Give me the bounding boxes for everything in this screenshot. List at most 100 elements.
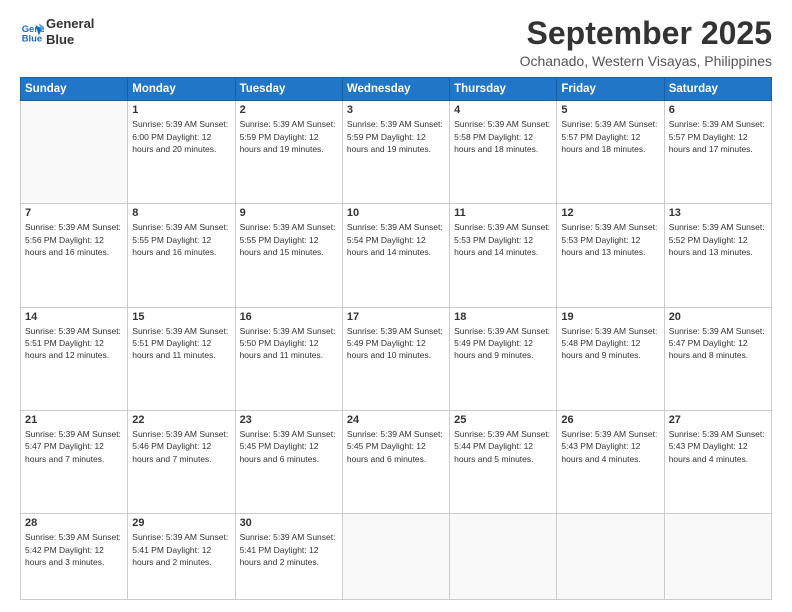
day-number: 8 — [132, 207, 230, 219]
day-number: 27 — [669, 414, 767, 426]
day-info: Sunrise: 5:39 AM Sunset: 5:56 PM Dayligh… — [25, 221, 123, 258]
day-info: Sunrise: 5:39 AM Sunset: 5:54 PM Dayligh… — [347, 221, 445, 258]
logo-icon: General Blue — [20, 20, 44, 44]
day-info: Sunrise: 5:39 AM Sunset: 5:57 PM Dayligh… — [561, 118, 659, 155]
calendar-cell: 17 Sunrise: 5:39 AM Sunset: 5:49 PM Dayli… — [342, 307, 449, 410]
calendar-cell: 3 Sunrise: 5:39 AM Sunset: 5:59 PM Daylig… — [342, 101, 449, 204]
calendar-cell: 29 Sunrise: 5:39 AM Sunset: 5:41 PM Dayli… — [128, 514, 235, 600]
day-number: 1 — [132, 104, 230, 116]
day-info: Sunrise: 5:39 AM Sunset: 5:48 PM Dayligh… — [561, 325, 659, 362]
day-info: Sunrise: 5:39 AM Sunset: 5:42 PM Dayligh… — [25, 531, 123, 568]
day-number: 18 — [454, 311, 552, 323]
day-info: Sunrise: 5:39 AM Sunset: 5:53 PM Dayligh… — [561, 221, 659, 258]
calendar-cell: 4 Sunrise: 5:39 AM Sunset: 5:58 PM Daylig… — [450, 101, 557, 204]
calendar-cell: 14 Sunrise: 5:39 AM Sunset: 5:51 PM Dayli… — [21, 307, 128, 410]
page: General Blue General Blue September 2025… — [0, 0, 792, 612]
day-info: Sunrise: 5:39 AM Sunset: 5:45 PM Dayligh… — [240, 428, 338, 465]
day-info: Sunrise: 5:39 AM Sunset: 5:47 PM Dayligh… — [669, 325, 767, 362]
calendar-cell: 12 Sunrise: 5:39 AM Sunset: 5:53 PM Dayli… — [557, 204, 664, 307]
day-number: 17 — [347, 311, 445, 323]
day-number: 16 — [240, 311, 338, 323]
calendar-cell: 2 Sunrise: 5:39 AM Sunset: 5:59 PM Daylig… — [235, 101, 342, 204]
calendar-cell: 7 Sunrise: 5:39 AM Sunset: 5:56 PM Daylig… — [21, 204, 128, 307]
calendar-cell: 24 Sunrise: 5:39 AM Sunset: 5:45 PM Dayli… — [342, 411, 449, 514]
header-wednesday: Wednesday — [342, 78, 449, 101]
day-number: 23 — [240, 414, 338, 426]
day-info: Sunrise: 5:39 AM Sunset: 5:59 PM Dayligh… — [240, 118, 338, 155]
day-number: 3 — [347, 104, 445, 116]
calendar-cell: 11Sunrise: 5:39 AM Sunset: 5:53 PM Dayli… — [450, 204, 557, 307]
calendar-cell: 25 Sunrise: 5:39 AM Sunset: 5:44 PM Dayli… — [450, 411, 557, 514]
calendar-table: Sunday Monday Tuesday Wednesday Thursday… — [20, 77, 772, 600]
calendar-header-row: Sunday Monday Tuesday Wednesday Thursday… — [21, 78, 772, 101]
day-info: Sunrise: 5:39 AM Sunset: 5:51 PM Dayligh… — [25, 325, 123, 362]
day-info: Sunrise: 5:39 AM Sunset: 5:59 PM Dayligh… — [347, 118, 445, 155]
day-number: 12 — [561, 207, 659, 219]
day-info: Sunrise: 5:39 AM Sunset: 5:43 PM Dayligh… — [561, 428, 659, 465]
day-info: Sunrise: 5:39 AM Sunset: 5:41 PM Dayligh… — [132, 531, 230, 568]
day-info: Sunrise: 5:39 AM Sunset: 5:55 PM Dayligh… — [240, 221, 338, 258]
day-info: Sunrise: 5:39 AM Sunset: 5:45 PM Dayligh… — [347, 428, 445, 465]
calendar-cell: 6 Sunrise: 5:39 AM Sunset: 5:57 PM Daylig… — [664, 101, 771, 204]
day-number: 9 — [240, 207, 338, 219]
day-info: Sunrise: 5:39 AM Sunset: 5:58 PM Dayligh… — [454, 118, 552, 155]
logo-text-line1: General — [46, 16, 94, 32]
day-info: Sunrise: 5:39 AM Sunset: 5:44 PM Dayligh… — [454, 428, 552, 465]
calendar-cell: 27 Sunrise: 5:39 AM Sunset: 5:43 PM Dayli… — [664, 411, 771, 514]
calendar-cell — [21, 101, 128, 204]
day-info: Sunrise: 5:39 AM Sunset: 5:46 PM Dayligh… — [132, 428, 230, 465]
day-number: 10 — [347, 207, 445, 219]
header-saturday: Saturday — [664, 78, 771, 101]
day-info: Sunrise: 5:39 AM Sunset: 5:51 PM Dayligh… — [132, 325, 230, 362]
header-sunday: Sunday — [21, 78, 128, 101]
day-number: 25 — [454, 414, 552, 426]
day-info: Sunrise: 5:39 AM Sunset: 5:47 PM Dayligh… — [25, 428, 123, 465]
day-info: Sunrise: 5:39 AM Sunset: 5:41 PM Dayligh… — [240, 531, 338, 568]
day-number: 30 — [240, 517, 338, 529]
day-number: 14 — [25, 311, 123, 323]
logo-text-line2: Blue — [46, 32, 94, 48]
calendar-cell — [342, 514, 449, 600]
day-number: 7 — [25, 207, 123, 219]
calendar-cell: 19 Sunrise: 5:39 AM Sunset: 5:48 PM Dayli… — [557, 307, 664, 410]
calendar-cell: 18 Sunrise: 5:39 AM Sunset: 5:49 PM Dayli… — [450, 307, 557, 410]
day-info: Sunrise: 5:39 AM Sunset: 5:49 PM Dayligh… — [454, 325, 552, 362]
day-info: Sunrise: 5:39 AM Sunset: 5:52 PM Dayligh… — [669, 221, 767, 258]
calendar-cell: 8Sunrise: 5:39 AM Sunset: 5:55 PM Daylig… — [128, 204, 235, 307]
day-number: 28 — [25, 517, 123, 529]
calendar-cell: 10 Sunrise: 5:39 AM Sunset: 5:54 PM Dayli… — [342, 204, 449, 307]
day-number: 24 — [347, 414, 445, 426]
calendar-cell: 20 Sunrise: 5:39 AM Sunset: 5:47 PM Dayli… — [664, 307, 771, 410]
day-number: 26 — [561, 414, 659, 426]
calendar-cell: 21 Sunrise: 5:39 AM Sunset: 5:47 PM Dayli… — [21, 411, 128, 514]
day-info: Sunrise: 5:39 AM Sunset: 5:57 PM Dayligh… — [669, 118, 767, 155]
day-info: Sunrise: 5:39 AM Sunset: 5:50 PM Dayligh… — [240, 325, 338, 362]
day-number: 22 — [132, 414, 230, 426]
day-info: Sunrise: 5:39 AM Sunset: 5:49 PM Dayligh… — [347, 325, 445, 362]
header-monday: Monday — [128, 78, 235, 101]
day-number: 21 — [25, 414, 123, 426]
day-number: 4 — [454, 104, 552, 116]
day-info: Sunrise: 5:39 AM Sunset: 5:43 PM Dayligh… — [669, 428, 767, 465]
day-number: 20 — [669, 311, 767, 323]
day-number: 2 — [240, 104, 338, 116]
calendar-cell: 5Sunrise: 5:39 AM Sunset: 5:57 PM Daylig… — [557, 101, 664, 204]
calendar-cell: 30 Sunrise: 5:39 AM Sunset: 5:41 PM Dayli… — [235, 514, 342, 600]
calendar-cell: 26 Sunrise: 5:39 AM Sunset: 5:43 PM Dayli… — [557, 411, 664, 514]
calendar-cell: 9 Sunrise: 5:39 AM Sunset: 5:55 PM Daylig… — [235, 204, 342, 307]
header-thursday: Thursday — [450, 78, 557, 101]
day-number: 6 — [669, 104, 767, 116]
day-number: 19 — [561, 311, 659, 323]
header: General Blue General Blue September 2025… — [20, 16, 772, 69]
calendar-cell: 16 Sunrise: 5:39 AM Sunset: 5:50 PM Dayli… — [235, 307, 342, 410]
header-tuesday: Tuesday — [235, 78, 342, 101]
calendar-cell: 13 Sunrise: 5:39 AM Sunset: 5:52 PM Dayli… — [664, 204, 771, 307]
day-number: 29 — [132, 517, 230, 529]
calendar-cell — [664, 514, 771, 600]
day-info: Sunrise: 5:39 AM Sunset: 5:53 PM Dayligh… — [454, 221, 552, 258]
calendar-cell: 22 Sunrise: 5:39 AM Sunset: 5:46 PM Dayli… — [128, 411, 235, 514]
month-title: September 2025 — [520, 16, 772, 51]
title-block: September 2025 Ochanado, Western Visayas… — [520, 16, 772, 69]
calendar-cell: 28 Sunrise: 5:39 AM Sunset: 5:42 PM Dayli… — [21, 514, 128, 600]
day-number: 13 — [669, 207, 767, 219]
